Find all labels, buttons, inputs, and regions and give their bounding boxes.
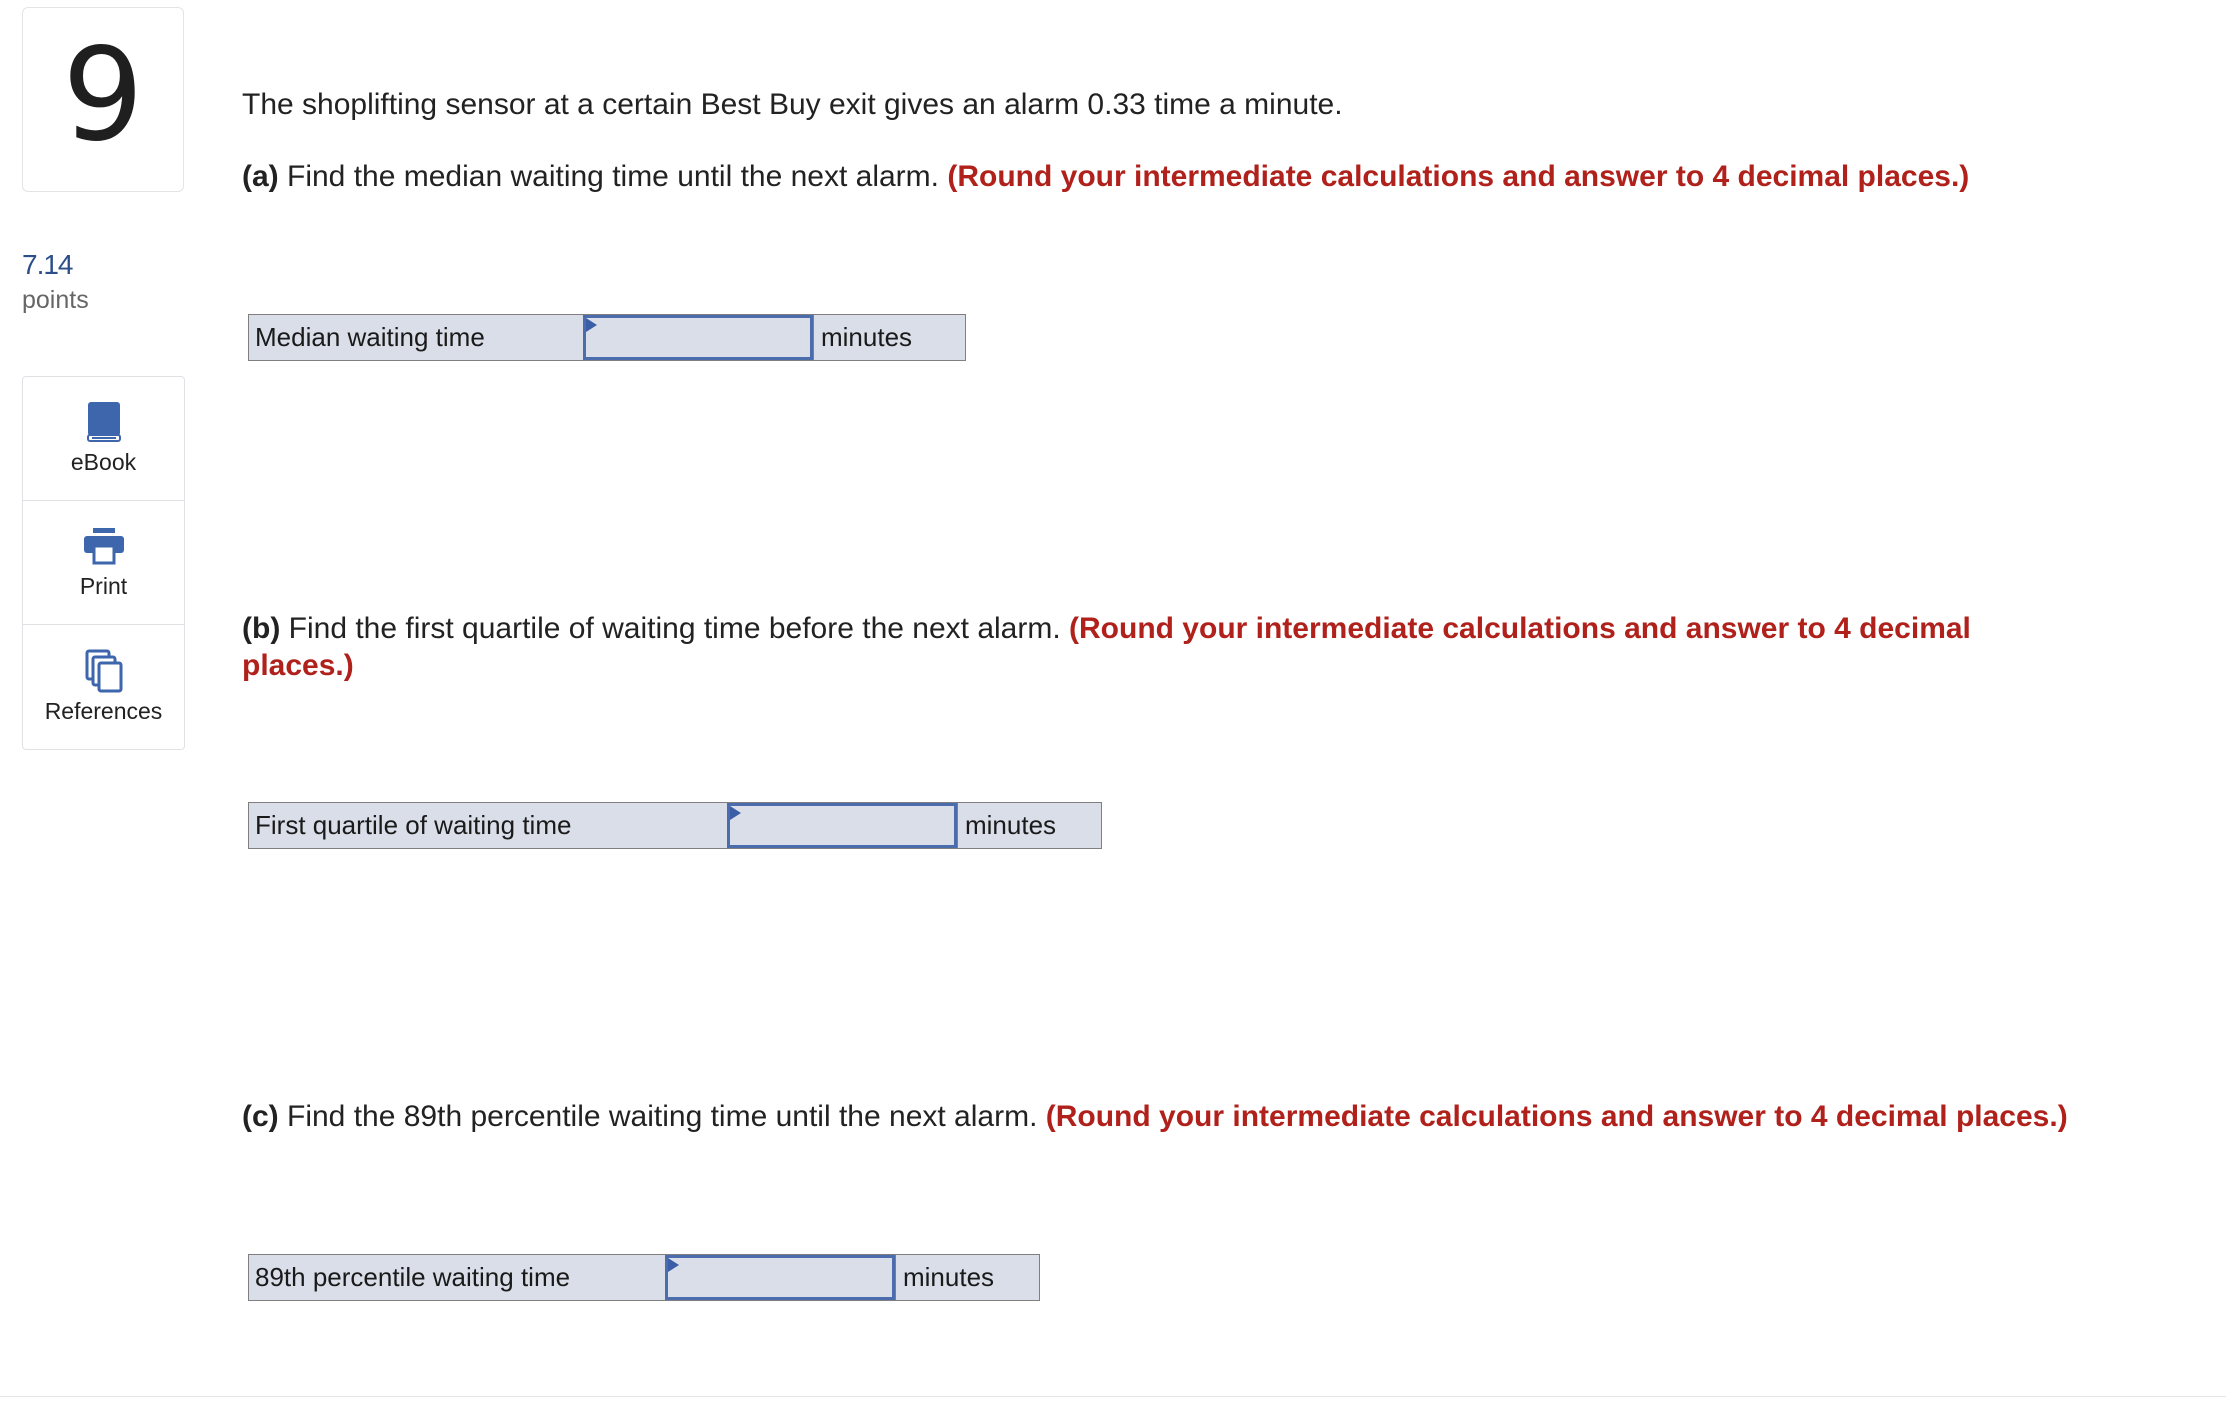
median-waiting-time-field[interactable] [586, 318, 810, 357]
tools-panel: eBook Print References [22, 376, 185, 750]
part-c-hint: (Round your intermediate calculations an… [1045, 1100, 2068, 1133]
part-b-answer-label: First quartile of waiting time [255, 810, 572, 840]
part-a-answer-label: Median waiting time [255, 322, 485, 352]
part-c-answer-label: 89th percentile waiting time [255, 1262, 571, 1292]
part-b-prompt: (b) Find the first quartile of waiting t… [242, 610, 2042, 684]
question-number-card: 9 [22, 7, 184, 192]
part-b-answer-row: First quartile of waiting time minutes [248, 802, 1102, 849]
part-a-letter: (a) [242, 160, 279, 193]
median-waiting-time-input[interactable] [583, 315, 813, 360]
points-value: 7.14 [22, 249, 73, 280]
part-c-text: Find the 89th percentile waiting time un… [278, 1100, 1046, 1133]
part-a-hint: (Round your intermediate calculations an… [947, 160, 1970, 193]
part-b-letter: (b) [242, 612, 281, 645]
percentile-89-input[interactable] [665, 1255, 895, 1300]
bottom-divider [0, 1396, 2226, 1397]
percentile-89-field[interactable] [668, 1258, 892, 1297]
flag-icon [730, 806, 741, 820]
first-quartile-input[interactable] [727, 803, 957, 848]
first-quartile-field[interactable] [730, 806, 954, 845]
part-c-unit: minutes [895, 1255, 1039, 1300]
part-c-letter: (c) [242, 1100, 279, 1133]
part-a-unit: minutes [813, 315, 965, 360]
part-a-answer-row: Median waiting time minutes [248, 314, 966, 361]
question-number: 9 [62, 20, 144, 170]
references-label: References [44, 697, 163, 724]
book-icon [83, 401, 125, 443]
points-label: points [22, 286, 89, 314]
flag-icon [668, 1258, 679, 1272]
part-c-answer-row: 89th percentile waiting time minutes [248, 1254, 1040, 1301]
part-c-prompt: (c) Find the 89th percentile waiting tim… [242, 1098, 2202, 1135]
references-button[interactable]: References [23, 625, 184, 749]
print-button[interactable]: Print [23, 501, 184, 625]
print-label: Print [79, 573, 128, 599]
part-b-text: Find the first quartile of waiting time … [280, 612, 1070, 645]
flag-icon [586, 318, 597, 332]
part-b-unit: minutes [957, 803, 1101, 848]
question-stem: The shoplifting sensor at a certain Best… [242, 88, 1343, 121]
ebook-label: eBook [70, 449, 137, 475]
ebook-button[interactable]: eBook [23, 377, 184, 501]
printer-icon [83, 525, 125, 567]
part-a-prompt: (a) Find the median waiting time until t… [242, 158, 2202, 195]
part-a-text: Find the median waiting time until the n… [278, 160, 948, 193]
copy-pages-icon [83, 649, 125, 692]
